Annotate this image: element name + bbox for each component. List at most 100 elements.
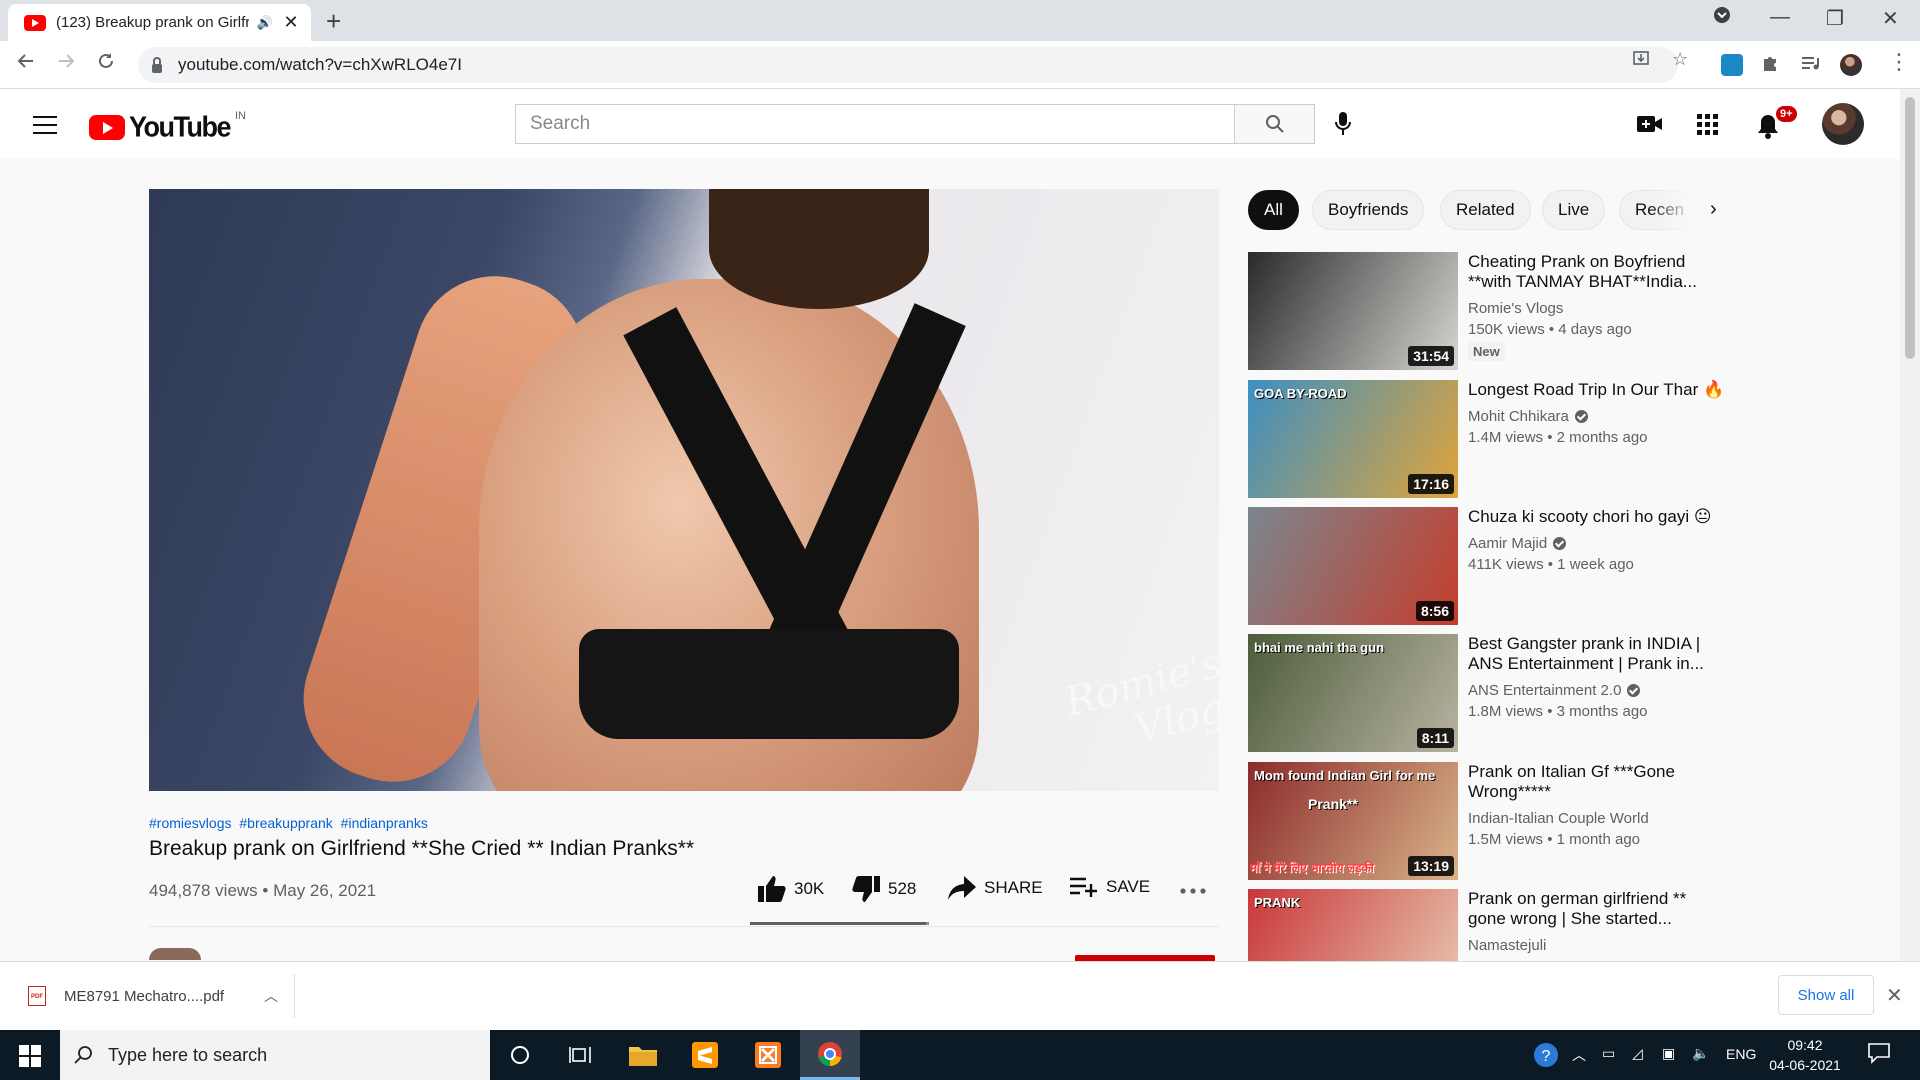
network-icon[interactable]: ◿ <box>1632 1045 1643 1062</box>
page-scrollbar[interactable] <box>1900 89 1920 961</box>
hashtag-link[interactable]: #indianpranks <box>341 815 428 831</box>
hashtag-link[interactable]: #romiesvlogs <box>149 815 231 831</box>
recommendation-channel[interactable]: Aamir Majid <box>1468 535 1728 552</box>
video-thumbnail[interactable]: 31:54 <box>1248 252 1458 370</box>
show-all-downloads-button[interactable]: Show all <box>1778 975 1874 1015</box>
recommendation-item[interactable]: 8:56 Chuza ki scooty chori ho gayi 😐 Aamir… <box>1248 507 1888 625</box>
recommendation-channel[interactable]: Mohit Chhikara <box>1468 408 1728 425</box>
download-item[interactable]: PDF ME8791 Mechatro....pdf ︿ <box>18 974 295 1018</box>
media-queue-icon[interactable] <box>1800 53 1820 79</box>
video-player[interactable]: Romie's Vlogs <box>149 189 1219 791</box>
verified-check-icon <box>1627 684 1641 697</box>
chip-related[interactable]: Related <box>1440 190 1531 230</box>
recommendation-title[interactable]: Cheating Prank on Boyfriend **with TANMA… <box>1468 252 1728 292</box>
chip-all[interactable]: All <box>1248 190 1299 230</box>
close-window-icon[interactable]: ✕ <box>1882 6 1899 31</box>
security-icon[interactable]: ▣ <box>1662 1045 1675 1062</box>
back-icon[interactable] <box>16 51 36 77</box>
create-video-icon[interactable] <box>1637 114 1663 139</box>
reload-icon[interactable] <box>96 51 116 77</box>
recommendation-title[interactable]: Chuza ki scooty chori ho gayi 😐 <box>1468 507 1728 527</box>
maximize-icon[interactable]: ❐ <box>1826 6 1844 31</box>
language-indicator[interactable]: ENG <box>1726 1046 1756 1062</box>
svg-text:?: ? <box>1542 1048 1551 1065</box>
close-shelf-icon[interactable]: ✕ <box>1886 983 1903 1008</box>
minimize-icon[interactable]: — <box>1770 6 1790 29</box>
address-bar[interactable]: youtube.com/watch?v=chXwRLO4e7I <box>138 47 1678 83</box>
cortana-icon[interactable] <box>490 1030 550 1080</box>
chevron-right-icon[interactable]: › <box>1710 198 1717 221</box>
file-explorer-icon[interactable] <box>613 1030 673 1080</box>
channel-name: Namastejuli <box>1468 937 1547 954</box>
guide-menu-icon[interactable] <box>33 116 57 134</box>
video-thumbnail[interactable]: Mom found Indian Girl for me Prank** माँ न… <box>1248 762 1458 880</box>
video-thumbnail[interactable]: 8:56 <box>1248 507 1458 625</box>
apps-grid-icon[interactable] <box>1697 114 1719 141</box>
channel-name: Indian-Italian Couple World <box>1468 810 1649 827</box>
install-app-icon[interactable] <box>1632 49 1650 72</box>
search-button[interactable] <box>1235 104 1315 144</box>
more-actions-button[interactable] <box>1180 888 1214 894</box>
chrome-taskbar-icon[interactable] <box>800 1030 860 1080</box>
close-tab-icon[interactable]: ✕ <box>281 12 301 33</box>
battery-icon[interactable]: ▭ <box>1602 1045 1615 1062</box>
speaker-icon[interactable]: 🔊 <box>257 15 273 31</box>
video-thumbnail[interactable]: bhai me nahi tha gun 8:11 <box>1248 634 1458 752</box>
help-icon[interactable]: ? <box>1533 1042 1559 1071</box>
system-clock[interactable]: 09:42 04-06-2021 <box>1760 1035 1850 1075</box>
thumbnail-caption: bhai me nahi tha gun <box>1254 640 1385 655</box>
recommendation-channel[interactable]: Indian-Italian Couple World <box>1468 810 1728 827</box>
recommendation-item[interactable]: 31:54 Cheating Prank on Boyfriend **with … <box>1248 252 1888 370</box>
new-tab-icon[interactable]: + <box>326 6 341 37</box>
recommendation-channel[interactable]: ANS Entertainment 2.0 <box>1468 682 1728 699</box>
lock-icon[interactable] <box>152 56 162 73</box>
video-thumbnail[interactable]: GOA BY-ROAD 17:16 <box>1248 380 1458 498</box>
profile-avatar[interactable] <box>1840 54 1862 76</box>
sublime-text-icon[interactable] <box>675 1030 735 1080</box>
action-center-icon[interactable] <box>1868 1042 1890 1067</box>
like-button[interactable]: 30K <box>758 876 824 902</box>
bookmark-star-icon[interactable]: ☆ <box>1672 49 1688 70</box>
extension-translate-icon[interactable] <box>1721 54 1743 76</box>
scrollbar-thumb[interactable] <box>1905 97 1915 359</box>
recommendation-item[interactable]: bhai me nahi tha gun 8:11 Best Gangster pr… <box>1248 634 1888 752</box>
forward-icon[interactable] <box>56 51 76 77</box>
channel-name: Mohit Chhikara <box>1468 408 1569 425</box>
duration-badge: 8:11 <box>1416 728 1454 748</box>
tab-search-icon[interactable] <box>1713 6 1731 30</box>
share-button[interactable]: SHARE <box>948 876 1043 900</box>
recommendation-title[interactable]: Longest Road Trip In Our Thar 🔥 <box>1468 380 1728 400</box>
recommendation-item[interactable]: GOA BY-ROAD 17:16 Longest Road Trip In Our… <box>1248 380 1888 498</box>
search-input[interactable] <box>516 105 1234 143</box>
chip-live[interactable]: Live <box>1542 190 1606 230</box>
taskbar-search[interactable] <box>60 1030 490 1080</box>
recommendation-channel[interactable]: Namastejuli <box>1468 937 1728 954</box>
youtube-logo[interactable]: YouTube IN <box>89 109 246 143</box>
browser-tab[interactable]: (123) Breakup prank on Girlfr 🔊 ✕ <box>8 4 311 41</box>
hashtag-link[interactable]: #breakupprank <box>239 815 332 831</box>
thumbnail-caption: Mom found Indian Girl for me <box>1254 768 1436 783</box>
browser-menu-icon[interactable]: ⋮ <box>1888 49 1910 75</box>
recommendation-title[interactable]: Prank on german girlfriend ** gone wrong… <box>1468 889 1728 929</box>
duration-badge: 13:19 <box>1408 856 1454 876</box>
chevron-up-icon[interactable]: ︿ <box>264 986 278 1006</box>
taskbar-search-input[interactable] <box>108 1044 468 1066</box>
chevron-up-icon[interactable]: ︿ <box>1572 1045 1586 1065</box>
extensions-puzzle-icon[interactable] <box>1760 53 1780 79</box>
dislike-button[interactable]: 528 <box>852 876 916 902</box>
account-avatar[interactable] <box>1822 103 1864 145</box>
volume-icon[interactable]: 🔈 <box>1692 1045 1709 1062</box>
windows-start-icon[interactable] <box>19 1045 41 1067</box>
xampp-icon[interactable] <box>738 1030 798 1080</box>
recommendation-item[interactable]: Mom found Indian Girl for me Prank** माँ न… <box>1248 762 1888 880</box>
recommendation-title[interactable]: Best Gangster prank in INDIA | ANS Enter… <box>1468 634 1728 674</box>
recommendation-title[interactable]: Prank on Italian Gf ***Gone Wrong***** <box>1468 762 1728 802</box>
save-button[interactable]: SAVE <box>1070 876 1150 898</box>
microphone-icon[interactable] <box>1334 111 1352 142</box>
country-code: IN <box>234 109 246 122</box>
channel-avatar[interactable] <box>149 948 201 960</box>
chip-boyfriends[interactable]: Boyfriends <box>1312 190 1425 230</box>
task-view-icon[interactable] <box>550 1030 610 1080</box>
section-divider <box>149 926 1219 927</box>
recommendation-channel[interactable]: Romie's Vlogs <box>1468 300 1728 317</box>
